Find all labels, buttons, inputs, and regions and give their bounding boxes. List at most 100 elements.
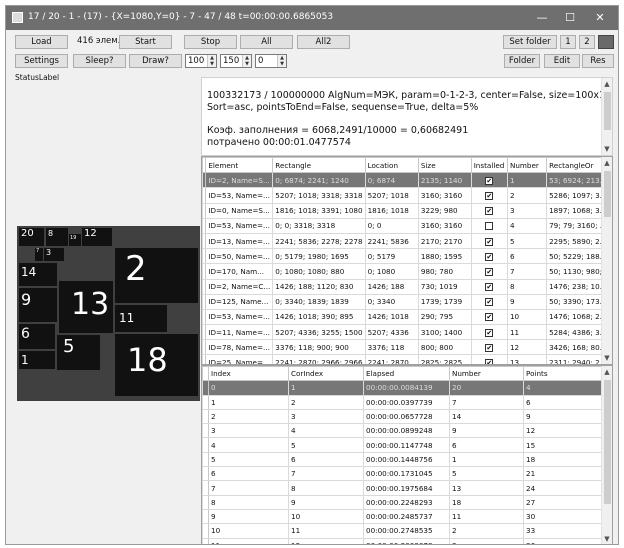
- stop-button[interactable]: Stop: [184, 35, 237, 49]
- settings-button[interactable]: Settings: [15, 54, 68, 68]
- column-header[interactable]: CorIndex: [288, 366, 364, 382]
- table-row[interactable]: 6 7 00:00:00.1731045 5 21: [202, 466, 604, 482]
- installed-cell[interactable]: ✔: [470, 202, 508, 219]
- elements-scrollbar[interactable]: ▲ ▼: [601, 157, 612, 364]
- set-folder-button[interactable]: Set folder: [503, 35, 557, 49]
- scroll-up-icon[interactable]: ▲: [602, 78, 612, 90]
- checkbox-checked-icon[interactable]: ✔: [485, 343, 494, 352]
- table-row[interactable]: ID=53, Name=... 5207; 1018; 3318; 3318 520…: [202, 187, 612, 204]
- table-row[interactable]: 4 5 00:00:00.1147748 6 15: [202, 437, 604, 453]
- button-2[interactable]: 2: [579, 35, 595, 49]
- column-header[interactable]: Points: [523, 366, 604, 382]
- scroll-up-icon[interactable]: ▲: [602, 157, 612, 169]
- table-row[interactable]: 111200:00:00.3008078336: [202, 537, 604, 544]
- column-header[interactable]: Index: [208, 366, 289, 382]
- installed-cell[interactable]: ✔: [470, 278, 508, 295]
- installed-cell[interactable]: ✔: [470, 339, 508, 356]
- all2-button[interactable]: All2: [297, 35, 350, 49]
- column-header[interactable]: Size: [417, 157, 472, 174]
- button-1[interactable]: 1: [560, 35, 576, 49]
- scroll-down-icon[interactable]: ▼: [602, 143, 612, 155]
- scroll-thumb[interactable]: [604, 380, 611, 504]
- folder-button[interactable]: Folder: [504, 54, 540, 68]
- color-swatch[interactable]: [598, 35, 614, 49]
- info-textbox[interactable]: 100332173 / 100000000 AlgNum=МЭК, param=…: [201, 77, 613, 156]
- timing-scrollbar[interactable]: ▲ ▼: [601, 366, 612, 544]
- installed-cell[interactable]: ✔: [470, 324, 508, 341]
- table-row[interactable]: 3 4 00:00:00.0899248 9 12: [202, 423, 604, 439]
- load-button[interactable]: Load: [15, 35, 68, 49]
- table-row[interactable]: ID=53, Name=... 0; 0; 3318; 3318 0; 0 3160;…: [202, 217, 612, 234]
- column-header[interactable]: Rectangle: [272, 157, 366, 174]
- column-header[interactable]: Number: [506, 157, 548, 174]
- info-scrollbar[interactable]: ▲ ▼: [601, 78, 612, 155]
- scroll-thumb[interactable]: [604, 92, 611, 130]
- spin-input-1[interactable]: 100 ▲ ▼: [185, 54, 217, 68]
- table-row[interactable]: ID=170, Nam... 0; 1080; 1080; 880 0; 1080 9…: [202, 263, 612, 280]
- checkbox-empty-icon[interactable]: [485, 222, 494, 231]
- sleep-toggle-button[interactable]: Sleep?: [73, 54, 126, 68]
- table-row[interactable]: ID=50, Name=... 0; 5179; 1980; 1695 0; 517…: [202, 248, 612, 265]
- timing-grid[interactable]: Index CorIndex Elapsed Number Points 0 1 00:00…: [201, 365, 613, 544]
- checkbox-checked-icon[interactable]: ✔: [485, 283, 494, 292]
- column-header[interactable]: Number: [449, 366, 524, 382]
- installed-cell[interactable]: ✔: [470, 172, 508, 189]
- installed-cell[interactable]: ✔: [470, 293, 508, 310]
- table-row[interactable]: 1 2 00:00:00.0397739 7 6: [202, 394, 604, 410]
- start-button[interactable]: Start: [119, 35, 172, 49]
- scroll-down-icon[interactable]: ▼: [602, 533, 612, 544]
- edit-button[interactable]: Edit: [544, 54, 580, 68]
- table-row[interactable]: ID=2, Name=S... 0; 6874; 2241; 1240 0; 687…: [202, 172, 612, 189]
- table-row[interactable]: ID=25, Name=... 2241; 2870; 2966; 2966 224…: [202, 354, 612, 364]
- table-row[interactable]: 10 11 00:00:00.2748535 2 33: [202, 523, 604, 539]
- column-header[interactable]: Installed: [470, 157, 508, 174]
- table-row[interactable]: ID=13, Name=... 2241; 5836; 2278; 2278 224…: [202, 232, 612, 250]
- column-header[interactable]: Location: [364, 157, 419, 174]
- installed-cell[interactable]: [470, 217, 508, 234]
- all-button[interactable]: All: [240, 35, 293, 49]
- checkbox-checked-icon[interactable]: ✔: [485, 176, 494, 185]
- close-button[interactable]: ✕: [584, 6, 616, 30]
- table-row[interactable]: ID=11, Name=... 5207; 4336; 3255; 1500 520…: [202, 324, 612, 341]
- table-row[interactable]: 5 6 00:00:00.1448756 1 18: [202, 451, 604, 468]
- table-row[interactable]: 7 8 00:00:00.1975684 13 24: [202, 480, 604, 496]
- maximize-button[interactable]: ☐: [554, 6, 586, 30]
- checkbox-checked-icon[interactable]: ✔: [485, 191, 494, 200]
- spin-arrows-icon[interactable]: ▲ ▼: [207, 55, 216, 67]
- draw-toggle-button[interactable]: Draw?: [129, 54, 182, 68]
- checkbox-checked-icon[interactable]: ✔: [485, 207, 494, 216]
- table-row[interactable]: ID=53, Name=... 1426; 1018; 390; 895 1426;…: [202, 308, 612, 326]
- checkbox-checked-icon[interactable]: ✔: [485, 237, 494, 246]
- checkbox-checked-icon[interactable]: ✔: [485, 252, 494, 261]
- installed-cell[interactable]: ✔: [470, 232, 508, 250]
- table-row[interactable]: ID=125, Name... 0; 3340; 1839; 1839 0; 334…: [202, 293, 612, 310]
- scroll-down-icon[interactable]: ▼: [602, 352, 612, 364]
- column-header[interactable]: Elapsed: [363, 366, 450, 382]
- scroll-up-icon[interactable]: ▲: [602, 366, 612, 378]
- checkbox-checked-icon[interactable]: ✔: [485, 267, 494, 276]
- column-header[interactable]: Element: [205, 157, 274, 174]
- checkbox-checked-icon[interactable]: ✔: [485, 313, 494, 322]
- installed-cell[interactable]: ✔: [470, 308, 508, 326]
- installed-cell[interactable]: ✔: [470, 354, 508, 364]
- table-row[interactable]: 8 9 00:00:00.2248293 18 27: [202, 494, 604, 510]
- spin-input-3[interactable]: 0 ▲ ▼: [255, 54, 287, 68]
- installed-cell[interactable]: ✔: [470, 248, 508, 265]
- table-row[interactable]: ID=2, Name=C... 1426; 188; 1120; 830 1426;…: [202, 278, 612, 295]
- spin-input-2[interactable]: 150 ▲ ▼: [220, 54, 252, 68]
- app-icon: [12, 12, 23, 23]
- table-row[interactable]: 9 10 00:00:00.2485737 11 30: [202, 508, 604, 525]
- res-button[interactable]: Res: [582, 54, 614, 68]
- spin-arrows-icon[interactable]: ▲ ▼: [242, 55, 251, 67]
- elements-grid[interactable]: Element Rectangle Location Size Installed Num…: [201, 156, 613, 365]
- table-row[interactable]: 0 1 00:00:00.0084139 20 4: [202, 380, 604, 396]
- spin-arrows-icon[interactable]: ▲ ▼: [277, 55, 286, 67]
- table-row[interactable]: 2 3 00:00:00.0657728 14 9: [202, 408, 604, 425]
- checkbox-checked-icon[interactable]: ✔: [485, 298, 494, 307]
- table-row[interactable]: ID=78, Name=... 3376; 118; 900; 900 3376; …: [202, 339, 612, 356]
- installed-cell[interactable]: ✔: [470, 263, 508, 280]
- installed-cell[interactable]: ✔: [470, 187, 508, 204]
- checkbox-checked-icon[interactable]: ✔: [485, 328, 494, 337]
- scroll-thumb[interactable]: [604, 171, 611, 217]
- table-row[interactable]: ID=0, Name=S... 1816; 1018; 3391; 1080 181…: [202, 202, 612, 219]
